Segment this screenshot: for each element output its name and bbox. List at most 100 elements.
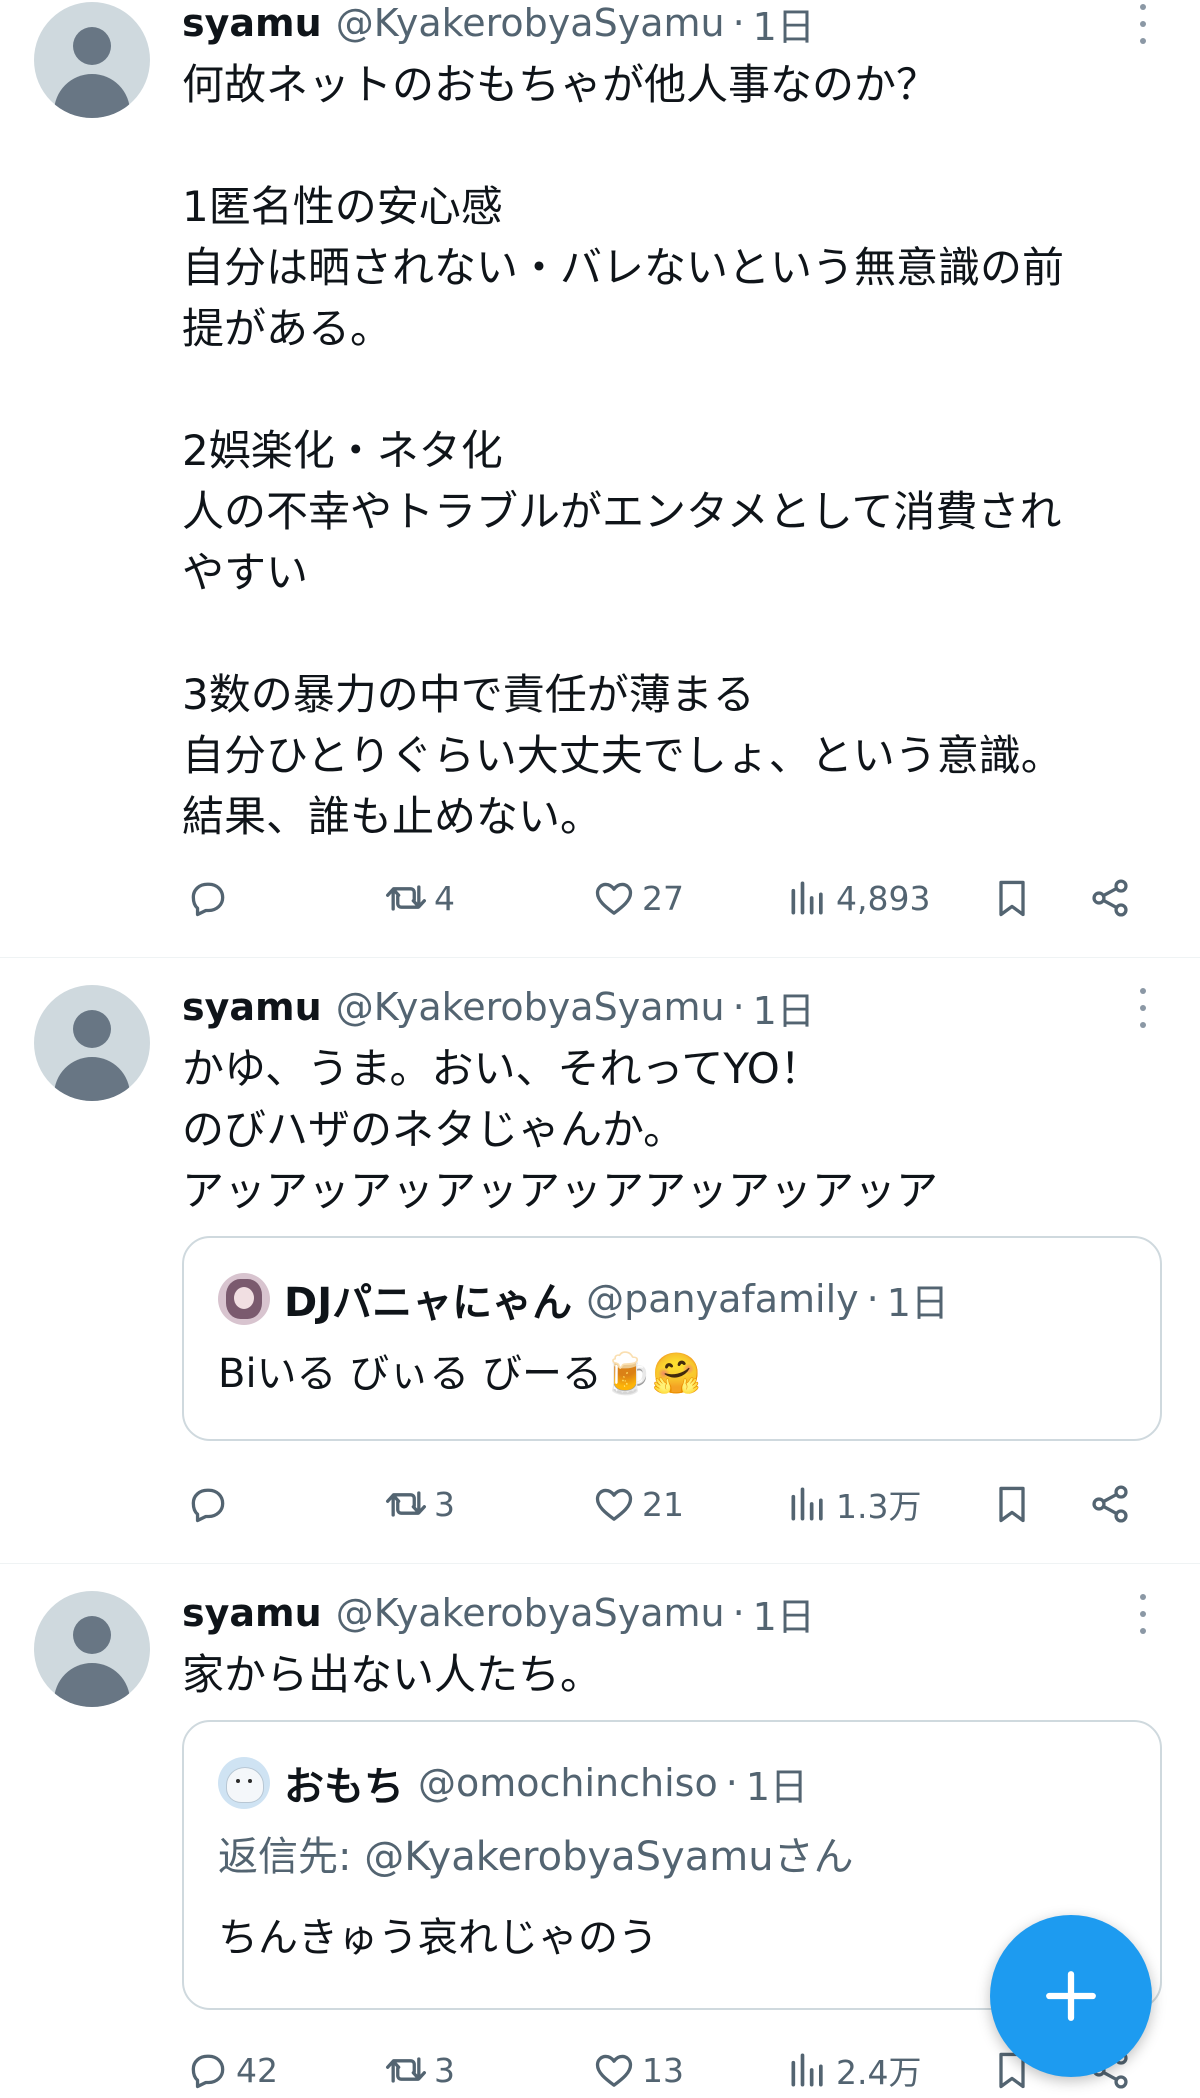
quoted-author-name: おもち	[284, 1764, 404, 1810]
bookmark-icon	[999, 1486, 1025, 1523]
avatar[interactable]	[34, 985, 150, 1101]
replying-suffix: さん	[773, 1834, 854, 1880]
quoted-text: ちんきゅう哀れじゃのう	[218, 1915, 658, 1961]
text-line: 自分は晒されない・バレないという無意識の前	[182, 243, 1065, 292]
author-name[interactable]: syamu	[182, 985, 322, 1029]
quoted-avatar	[218, 1273, 270, 1325]
author-handle[interactable]: @KyakerobyaSyamu	[336, 1, 725, 45]
like-icon	[595, 2054, 633, 2087]
quoted-timestamp: 1日	[745, 1764, 808, 1809]
text-line: 3数の暴力の中で責任が薄まる	[182, 670, 755, 719]
retweet-icon	[386, 2057, 426, 2083]
tweet[interactable]: syamu @KyakerobyaSyamu · 1日 かゆ、うま。おい、それっ…	[0, 958, 1200, 1564]
like-count: 21	[642, 1484, 684, 1524]
views-button[interactable]: 1.3万	[786, 1480, 921, 1528]
text-line: のびハザのネタじゃんか。	[182, 1105, 686, 1154]
like-count: 27	[642, 878, 684, 918]
action-bar: 3 21 1.3万	[182, 1480, 1142, 1528]
views-count: 1.3万	[836, 1487, 922, 1526]
bookmark-icon	[999, 880, 1025, 917]
avatar[interactable]	[34, 2, 150, 118]
tweet-header: syamu @KyakerobyaSyamu · 1日	[182, 984, 815, 1033]
author-name[interactable]: syamu	[182, 1, 322, 45]
like-button[interactable]: 27	[592, 874, 684, 922]
reply-button[interactable]	[186, 874, 236, 922]
views-count: 4,893	[836, 878, 931, 918]
timestamp[interactable]: 1日	[753, 0, 815, 51]
tweet-text: かゆ、うま。おい、それってYO！ のびハザのネタじゃんか。 アッアッアッアッアッ…	[182, 1038, 1182, 1221]
action-bar: 42 3 13 2.4万	[182, 2046, 1142, 2094]
text-line	[182, 359, 1182, 420]
share-icon	[1092, 1485, 1128, 1523]
reply-icon	[191, 882, 225, 917]
like-button[interactable]: 13	[592, 2046, 684, 2094]
views-icon	[791, 2053, 823, 2087]
text-line: かゆ、うま。おい、それってYO！	[182, 1044, 822, 1093]
tweet-header: syamu @KyakerobyaSyamu · 1日	[182, 0, 815, 49]
text-line: 何故ネットのおもちゃが他人事なのか？	[182, 60, 939, 109]
text-line: 人の不幸やトラブルがエンタメとして消費され	[182, 487, 1062, 536]
quoted-avatar	[218, 1757, 270, 1809]
replying-prefix: 返信先:	[218, 1834, 365, 1880]
more-icon[interactable]	[1128, 1594, 1158, 1634]
reply-button[interactable]: 42	[186, 2046, 278, 2094]
tweet[interactable]: syamu @KyakerobyaSyamu · 1日 何故ネットのおもちゃが他…	[0, 0, 1200, 958]
bookmark-button[interactable]	[990, 1480, 1034, 1528]
share-button[interactable]	[1088, 1480, 1132, 1528]
replying-to: 返信先: @KyakerobyaSyamuさん	[218, 1824, 854, 1882]
compose-button[interactable]	[990, 1915, 1152, 2077]
views-icon	[791, 1487, 823, 1521]
reply-count: 42	[236, 2050, 278, 2090]
retweet-icon	[386, 1491, 426, 1517]
bookmark-button[interactable]	[990, 874, 1034, 922]
quoted-author-handle: @panyafamily	[586, 1277, 859, 1321]
quoted-tweet-header: DJパニャにゃん @panyafamily · 1日	[218, 1273, 949, 1326]
retweet-button[interactable]: 4	[384, 874, 455, 922]
share-button[interactable]	[1088, 874, 1132, 922]
separator-dot: ·	[725, 1761, 738, 1805]
like-button[interactable]: 21	[592, 1480, 684, 1528]
text-line	[182, 115, 1182, 176]
retweet-count: 4	[434, 878, 455, 918]
timestamp[interactable]: 1日	[753, 980, 815, 1035]
text-line: 提がある。	[182, 304, 393, 353]
avatar[interactable]	[34, 1591, 150, 1707]
retweet-count: 3	[434, 1484, 455, 1524]
tweet-text: 何故ネットのおもちゃが他人事なのか？ 1匿名性の安心感 自分は晒されない・バレな…	[182, 54, 1182, 847]
text-line: 家から出ない人たち。	[182, 1650, 603, 1699]
reply-button[interactable]	[186, 1480, 236, 1528]
quoted-author-name: DJパニャにゃん	[284, 1280, 573, 1326]
more-icon[interactable]	[1128, 988, 1158, 1028]
views-icon	[791, 881, 823, 915]
reply-icon	[191, 1488, 225, 1523]
like-count: 13	[642, 2050, 684, 2090]
text-line: 結果、誰も止めない。	[182, 792, 603, 841]
retweet-button[interactable]: 3	[384, 1480, 455, 1528]
separator-dot: ·	[732, 1591, 745, 1635]
tweet-header: syamu @KyakerobyaSyamu · 1日	[182, 1590, 815, 1639]
retweet-icon	[386, 885, 426, 911]
author-handle[interactable]: @KyakerobyaSyamu	[336, 985, 725, 1029]
views-button[interactable]: 4,893	[786, 874, 930, 922]
more-icon[interactable]	[1128, 4, 1158, 44]
quoted-timestamp: 1日	[886, 1280, 949, 1325]
views-button[interactable]: 2.4万	[786, 2046, 921, 2094]
quoted-tweet-header: おもち @omochinchiso · 1日	[218, 1757, 808, 1810]
text-line: アッアッアッアッアッアアッアッアッア	[182, 1166, 939, 1215]
separator-dot: ·	[732, 985, 745, 1029]
views-count: 2.4万	[836, 2053, 922, 2092]
text-line: やすい	[182, 548, 309, 597]
quoted-text: Biいる びぃる びーる🍺🤗	[218, 1351, 702, 1397]
timeline-feed: syamu @KyakerobyaSyamu · 1日 何故ネットのおもちゃが他…	[0, 0, 1200, 2098]
compose-plus-icon	[1046, 1971, 1096, 2021]
replying-handle[interactable]: @KyakerobyaSyamu	[364, 1834, 773, 1880]
text-line: 1匿名性の安心感	[182, 182, 503, 231]
separator-dot: ·	[732, 1, 745, 45]
author-name[interactable]: syamu	[182, 1591, 322, 1635]
timestamp[interactable]: 1日	[753, 1586, 815, 1641]
like-icon	[595, 882, 633, 915]
text-line	[182, 603, 1182, 664]
retweet-button[interactable]: 3	[384, 2046, 455, 2094]
quoted-tweet[interactable]: DJパニャにゃん @panyafamily · 1日 Biいる びぃる びーる🍺…	[182, 1236, 1162, 1441]
author-handle[interactable]: @KyakerobyaSyamu	[336, 1591, 725, 1635]
